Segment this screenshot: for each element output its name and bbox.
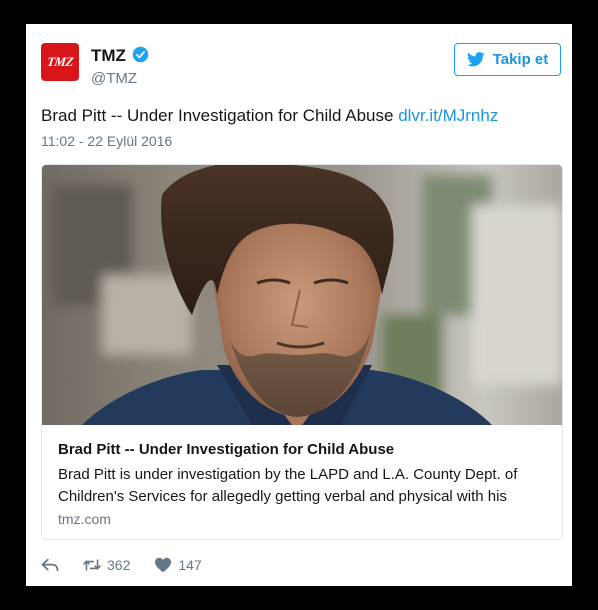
heart-icon: [155, 557, 172, 573]
card-domain: tmz.com: [58, 511, 111, 527]
verified-badge-icon: [132, 46, 149, 63]
embedded-tweet: TMZ TMZ @TMZ Takip et Brad Pitt -- Under…: [26, 24, 572, 586]
card-photo[interactable]: [42, 165, 562, 425]
like-button[interactable]: 147: [154, 557, 202, 573]
follow-button-label: Takip et: [492, 51, 549, 68]
author-handle[interactable]: @TMZ: [91, 70, 137, 87]
retweet-button[interactable]: 362: [83, 557, 130, 573]
tweet-body: Brad Pitt -- Under Investigation for Chi…: [41, 106, 399, 125]
card-title[interactable]: Brad Pitt -- Under Investigation for Chi…: [58, 441, 394, 458]
reply-button[interactable]: [41, 557, 59, 573]
tweet-link[interactable]: dlvr.it/MJrnhz: [398, 106, 498, 125]
avatar-logo-text: TMZ: [46, 54, 75, 69]
tweet-actions: 362 147: [41, 555, 226, 575]
tweet-timestamp[interactable]: 11:02 - 22 Eylül 2016: [41, 133, 172, 149]
retweet-count: 362: [107, 557, 131, 573]
like-count: 147: [178, 557, 202, 573]
avatar[interactable]: TMZ: [41, 43, 79, 81]
follow-button[interactable]: Takip et: [454, 43, 561, 76]
card-description: Brad Pitt is under investigation by the …: [58, 466, 518, 505]
reply-icon: [41, 558, 59, 572]
link-card[interactable]: Brad Pitt -- Under Investigation for Chi…: [41, 164, 563, 540]
twitter-bird-icon: [466, 52, 485, 67]
retweet-icon: [83, 559, 101, 571]
author-name[interactable]: TMZ: [91, 46, 126, 66]
tweet-text: Brad Pitt -- Under Investigation for Chi…: [41, 106, 498, 126]
